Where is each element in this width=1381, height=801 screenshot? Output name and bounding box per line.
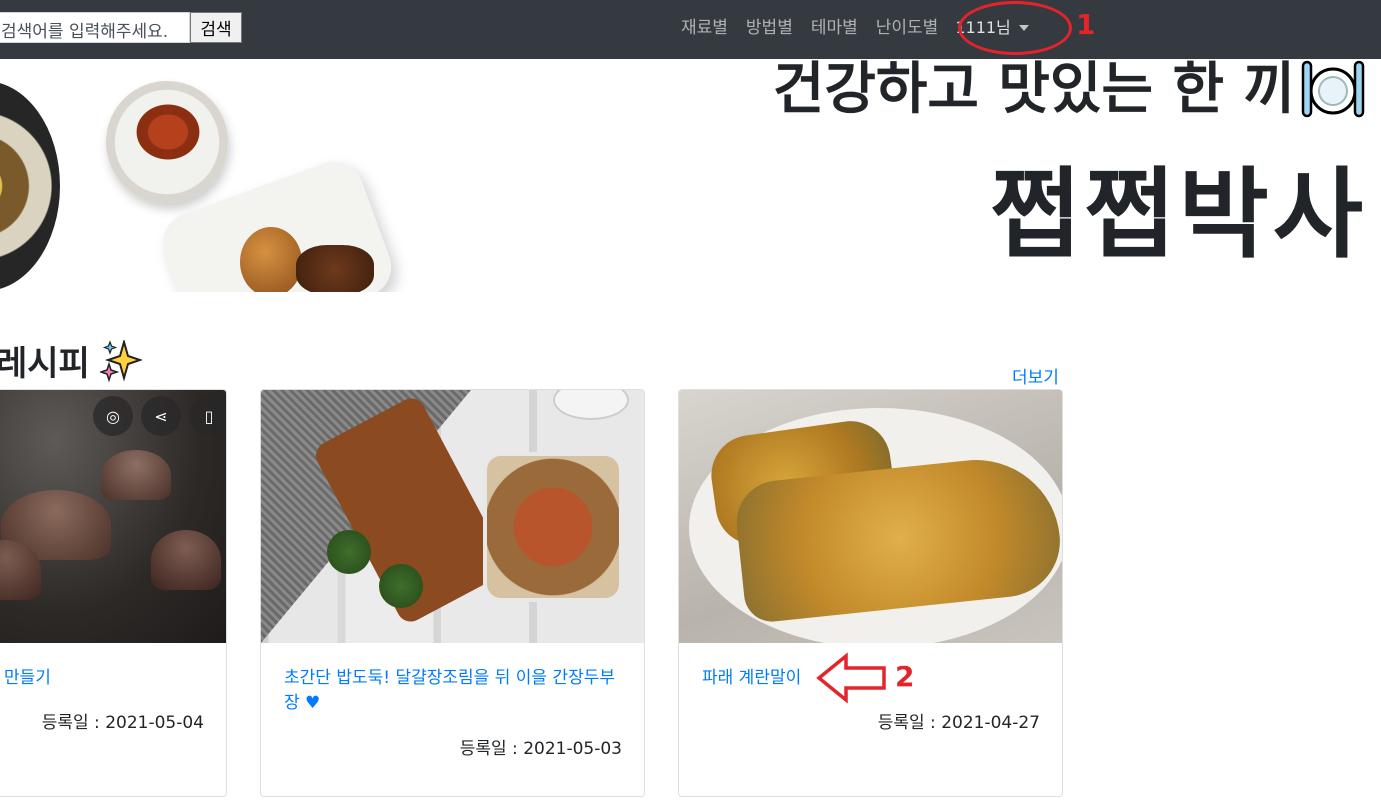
small-bowl-image (553, 390, 629, 420)
hero-subtitle: 건강하고 맛있는 한 끼 (772, 57, 1295, 122)
nav-link-difficulty[interactable]: 난이도별 (867, 14, 948, 42)
recipe-image-tofu[interactable] (261, 390, 644, 643)
bibimbap-bowl-image (0, 81, 60, 291)
more-link[interactable]: 더보기 (1012, 363, 1059, 388)
annotation-circle (958, 1, 1072, 55)
top-navbar: 검색어를 입력해주세요. 검색 재료별 방법별 테마별 난이도별 1111님 (0, 0, 1381, 59)
search-button[interactable]: 검색 (190, 12, 242, 43)
section-title-text: 레시피 (0, 344, 90, 384)
lens-icon[interactable]: ◎ (93, 396, 133, 436)
braised-egg-image (240, 227, 302, 292)
fork-plate-knife-icon (1301, 60, 1365, 118)
herb-image (327, 530, 371, 574)
braised-nuts-image (128, 97, 208, 167)
recipe-card[interactable]: 초간단 밥도둑! 달걀장조림을 뒤 이을 간장두부장 ♥ 등록일 : 2021-… (260, 389, 645, 797)
nav-link-theme[interactable]: 테마별 (802, 14, 867, 42)
share-icon[interactable]: ⋖ (141, 396, 181, 436)
recipe-date: 등록일 : 2021-05-03 (459, 739, 622, 759)
nav-link-method[interactable]: 방법별 (737, 14, 802, 42)
recipe-title-link[interactable]: 만들기 (4, 666, 51, 691)
search-input[interactable]: 검색어를 입력해주세요. (0, 12, 190, 43)
recipe-date: 등록일 : 2021-05-04 (41, 713, 204, 733)
herb-image (379, 564, 423, 608)
cupcake-image (101, 450, 171, 500)
recipe-image-cupcakes[interactable]: ◎ ⋖ ▯ (0, 390, 226, 643)
recipe-date: 등록일 : 2021-04-27 (877, 713, 1040, 733)
hero-title: 쩝쩝박사 (990, 158, 1367, 272)
recipe-card[interactable]: ◎ ⋖ ▯ 만들기 등록일 : 2021-05-04 (0, 389, 227, 797)
annotation-number-2: 2 (895, 660, 915, 693)
recipe-title-link[interactable]: 초간단 밥도둑! 달걀장조림을 뒤 이을 간장두부장 ♥ (284, 666, 624, 716)
recipe-card[interactable]: 파래 계란말이 등록일 : 2021-04-27 (678, 389, 1063, 797)
annotation-number-1: 1 (1076, 8, 1096, 41)
bookmark-icon[interactable]: ▯ (189, 396, 226, 436)
section-title: 레시피 (0, 336, 142, 385)
cupcake-image (151, 530, 221, 590)
sparkles-icon (99, 339, 142, 382)
left-arrow-icon (816, 652, 886, 704)
tofu-dish-image (483, 452, 623, 602)
recipe-image-egg-roll[interactable] (679, 390, 1062, 643)
recipe-title-link[interactable]: 파래 계란말이 (702, 666, 801, 691)
braised-meat-image (296, 245, 374, 292)
nav-link-ingredient[interactable]: 재료별 (672, 14, 737, 42)
